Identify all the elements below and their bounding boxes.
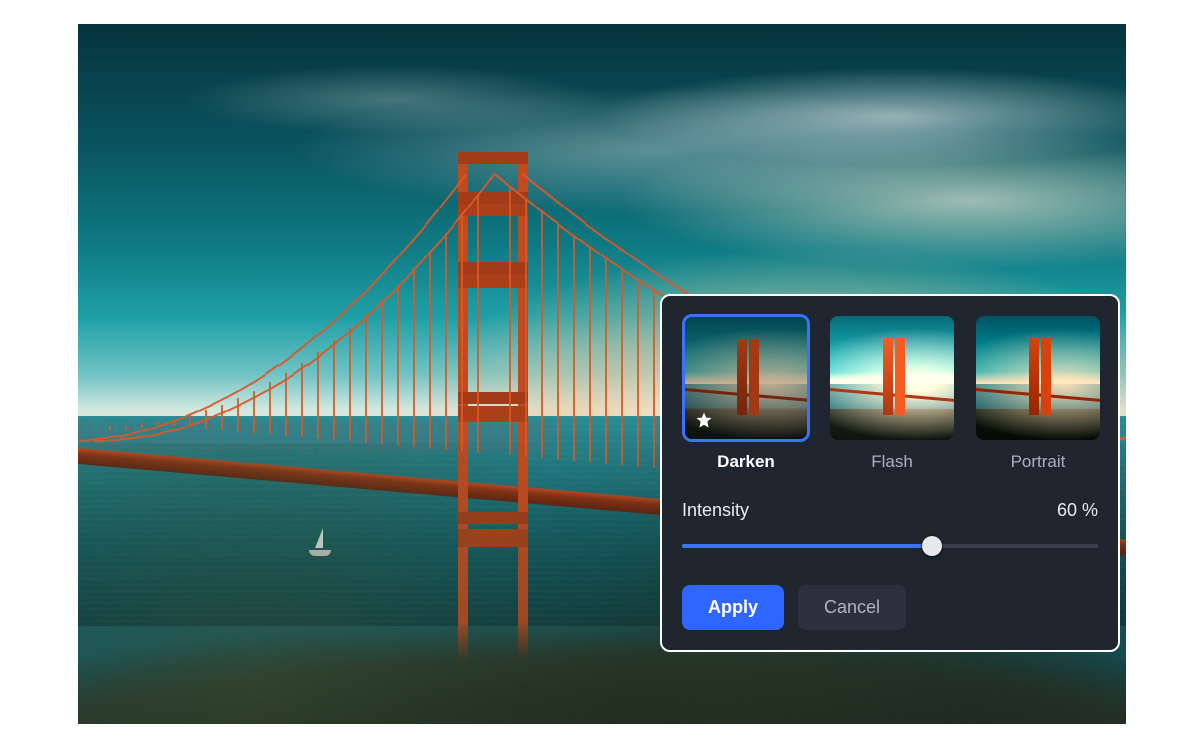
filter-panel: Darken Flash Portrait Intensity 60 % [660, 294, 1120, 652]
filter-thumbnails: Darken Flash Portrait [682, 314, 1098, 472]
filter-label: Portrait [974, 452, 1102, 472]
filter-option-darken[interactable]: Darken [682, 314, 810, 472]
slider-thumb[interactable] [922, 536, 942, 556]
intensity-value: 60 % [1057, 500, 1098, 521]
filter-thumbnail-darken [682, 314, 810, 442]
cancel-button[interactable]: Cancel [798, 585, 906, 630]
filter-label: Darken [682, 452, 810, 472]
apply-button[interactable]: Apply [682, 585, 784, 630]
favorite-star-icon [693, 409, 715, 431]
intensity-slider[interactable] [682, 535, 1098, 557]
slider-fill [682, 544, 932, 548]
filter-thumbnail-flash [828, 314, 956, 442]
filter-label: Flash [828, 452, 956, 472]
intensity-label: Intensity [682, 500, 749, 521]
filter-thumbnail-portrait [974, 314, 1102, 442]
filter-option-flash[interactable]: Flash [828, 314, 956, 472]
filter-option-portrait[interactable]: Portrait [974, 314, 1102, 472]
